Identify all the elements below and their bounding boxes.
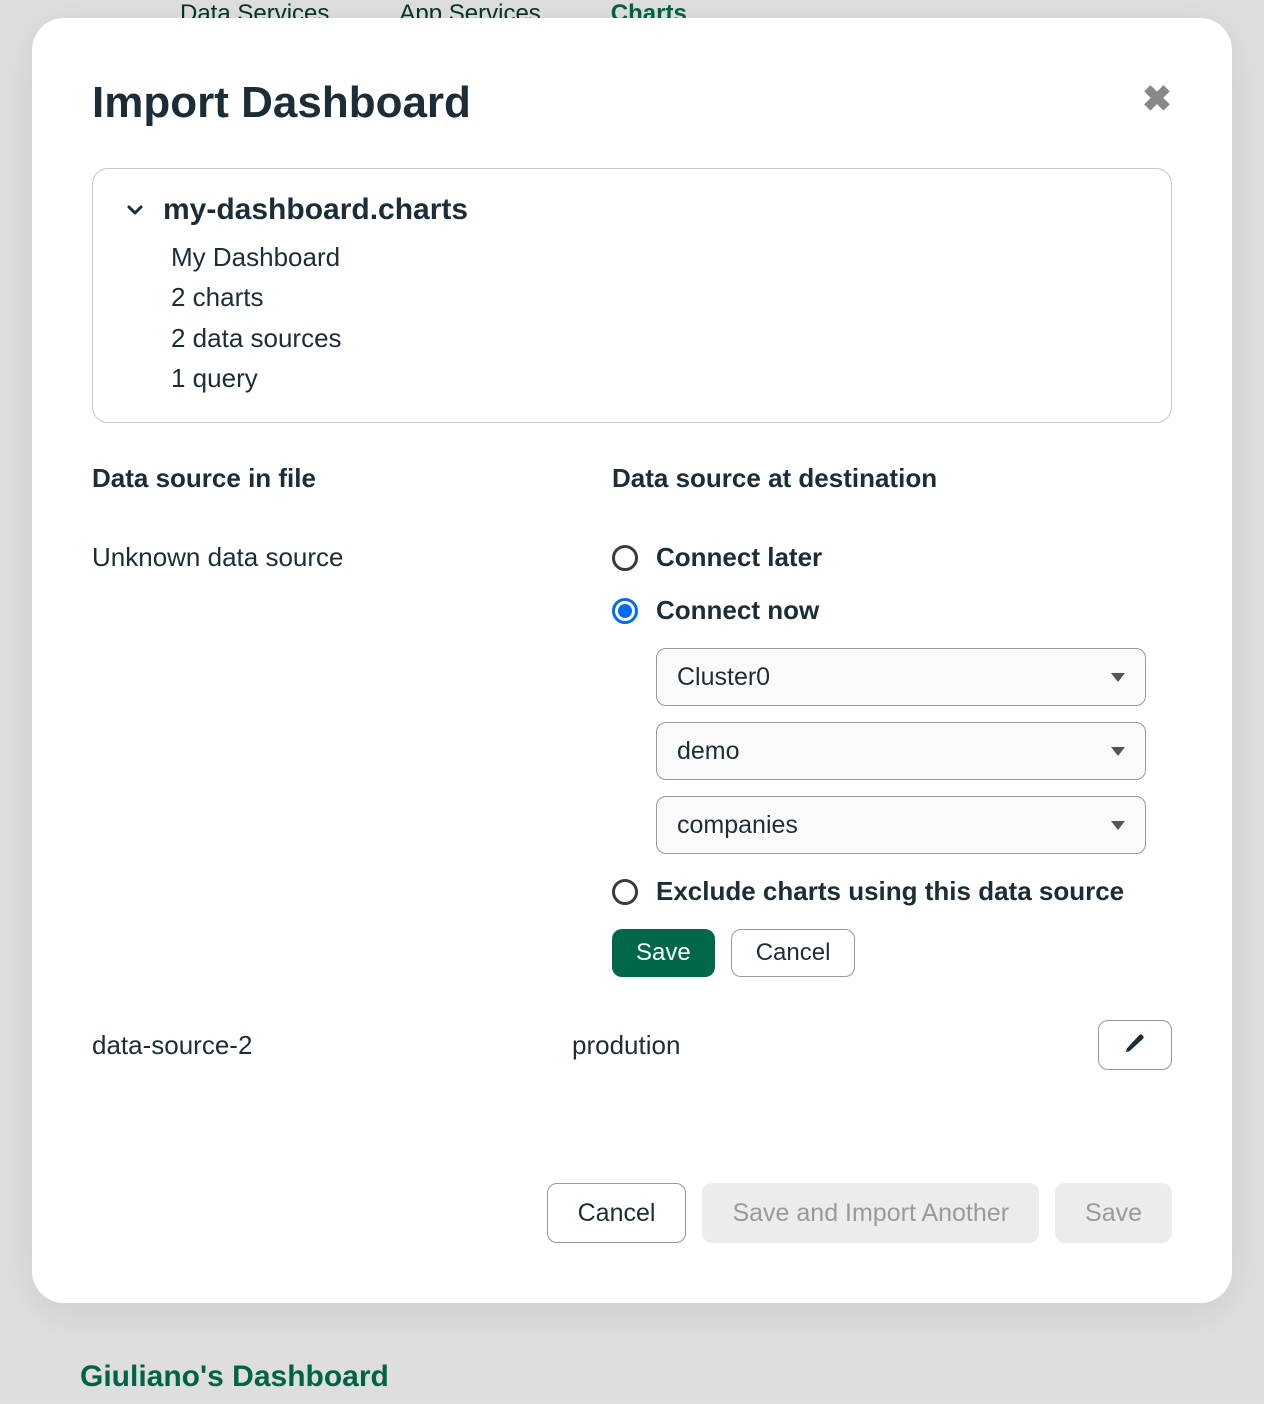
caret-down-icon (1111, 747, 1125, 756)
import-filename: my-dashboard.charts (163, 193, 468, 227)
source2-edit-button[interactable] (1098, 1020, 1172, 1070)
file-dashboard-name: My Dashboard (171, 237, 1143, 277)
file-data-sources-count: 2 data sources (171, 318, 1143, 358)
radio-connect-later-label: Connect later (656, 542, 822, 573)
pencil-icon (1123, 1031, 1147, 1060)
chevron-down-icon (121, 196, 149, 224)
select-database-value: demo (677, 737, 740, 766)
radio-connect-now-row[interactable]: Connect now (612, 595, 1172, 626)
modal-title: Import Dashboard (92, 78, 1172, 128)
col-header-destination: Data source at destination (612, 463, 1172, 494)
import-dashboard-modal: ✖ Import Dashboard my-dashboard.charts M… (32, 18, 1232, 1303)
radio-connect-later[interactable] (612, 545, 638, 571)
select-cluster[interactable]: Cluster0 (656, 648, 1146, 706)
col-header-file: Data source in file (92, 463, 572, 494)
file-header[interactable]: my-dashboard.charts (121, 193, 1143, 227)
select-collection-value: companies (677, 811, 798, 840)
footer-save-button[interactable]: Save (1055, 1183, 1172, 1243)
radio-exclude-row[interactable]: Exclude charts using this data source (612, 876, 1172, 907)
caret-down-icon (1111, 821, 1125, 830)
radio-connect-now[interactable] (612, 598, 638, 624)
file-charts-count: 2 charts (171, 277, 1143, 317)
source1-file-label: Unknown data source (92, 542, 572, 573)
radio-exclude-label: Exclude charts using this data source (656, 876, 1124, 907)
close-icon[interactable]: ✖ (1142, 78, 1172, 120)
caret-down-icon (1111, 673, 1125, 682)
footer-cancel-button[interactable]: Cancel (547, 1183, 687, 1243)
source2-row: data-source-2 prodution (92, 1017, 1172, 1073)
source2-file-label: data-source-2 (92, 1030, 572, 1061)
source1-save-button[interactable]: Save (612, 929, 715, 977)
radio-connect-later-row[interactable]: Connect later (612, 542, 1172, 573)
radio-exclude[interactable] (612, 879, 638, 905)
select-collection[interactable]: companies (656, 796, 1146, 854)
source2-destination: prodution (572, 1030, 1098, 1061)
select-cluster-value: Cluster0 (677, 663, 770, 692)
source1-cancel-button[interactable]: Cancel (731, 929, 856, 977)
select-database[interactable]: demo (656, 722, 1146, 780)
radio-connect-now-label: Connect now (656, 595, 819, 626)
import-file-summary: my-dashboard.charts My Dashboard 2 chart… (92, 168, 1172, 423)
footer-save-another-button[interactable]: Save and Import Another (702, 1183, 1039, 1243)
file-query-count: 1 query (171, 358, 1143, 398)
